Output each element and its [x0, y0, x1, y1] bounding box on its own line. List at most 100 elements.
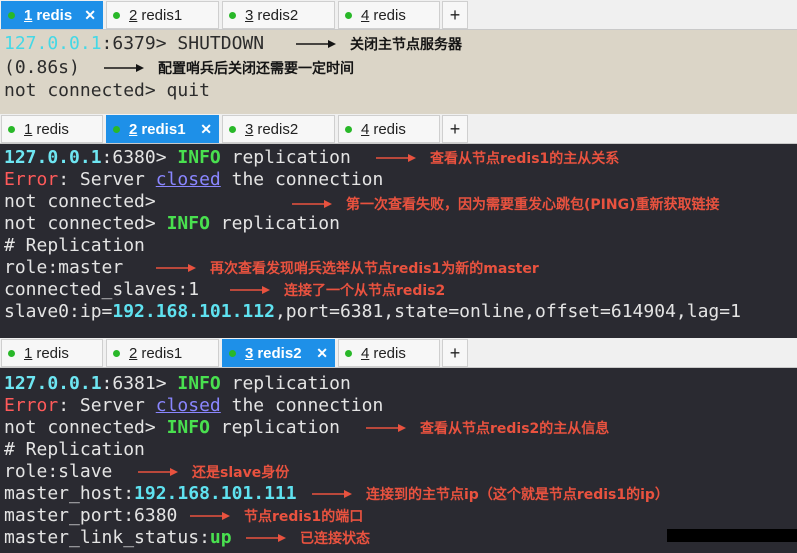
connected-status-dot [229, 11, 236, 19]
tab-2-redis1[interactable]: 2 redis1 [106, 339, 219, 367]
annotation-text: 查看从节点redis2的主从信息 [420, 421, 610, 437]
redaction-bar [667, 529, 797, 542]
tab-number: 1 [24, 120, 33, 138]
terminal-output[interactable]: 127.0.0.1:6380> INFO replication Error: … [0, 144, 797, 338]
arrow-right-icon [366, 424, 406, 432]
tab-1-redis[interactable]: 1 redis [1, 339, 103, 367]
terminal-panel-redis1: 1 redis 2 redis1 ✕ 3 redis2 4 redis + 12… [0, 114, 797, 338]
connected-status-dot [8, 349, 15, 357]
command-text: replication [220, 147, 351, 168]
terminal-line: master_port:6380 [4, 505, 178, 526]
tab-number: 2 [129, 120, 138, 138]
terminal-line: Error: Server closed the connection [4, 395, 383, 417]
terminal-line: (0.86s) [4, 57, 80, 78]
annotation: 查看从节点redis2的主从信息 [366, 417, 609, 439]
terminal-line: # Replication [4, 235, 145, 256]
tab-4-redis[interactable]: 4 redis [338, 1, 440, 29]
command-keyword: INFO [177, 373, 221, 394]
command-keyword: INFO [166, 417, 210, 438]
connected-status-dot [229, 349, 236, 357]
tab-number: 4 [361, 6, 370, 24]
terminal-line: Error: Server closed the connection [4, 169, 383, 191]
tab-1-redis[interactable]: 1 redis ✕ [1, 1, 103, 29]
tab-2-redis1[interactable]: 2 redis1 ✕ [106, 115, 219, 143]
tab-number: 1 [24, 6, 33, 24]
host-ip: 127.0.0.1 [4, 373, 102, 394]
annotation-text: 还是slave身份 [192, 465, 290, 481]
terminal-line: 127.0.0.1:6380> INFO replication [4, 147, 351, 169]
annotation: 第一次查看失败，因为需要重发心跳包(PING)重新获取链接 [292, 193, 719, 215]
close-tab-icon[interactable]: ✕ [316, 345, 328, 362]
terminal-output[interactable]: 127.0.0.1:6379> SHUTDOWN (0.86s) not con… [0, 30, 797, 114]
error-text: : Server [58, 395, 156, 416]
tab-number: 4 [361, 120, 370, 138]
prompt: not connected> [4, 213, 156, 234]
tab-3-redis2[interactable]: 3 redis2 [222, 1, 335, 29]
add-tab-button[interactable]: + [442, 115, 468, 143]
arrow-right-icon [246, 534, 286, 542]
tab-4-redis[interactable]: 4 redis [338, 339, 440, 367]
close-tab-icon[interactable]: ✕ [84, 7, 96, 24]
terminal-line: slave0:ip=192.168.101.112,port=6381,stat… [4, 301, 741, 323]
annotation: 已连接状态 [246, 527, 370, 549]
connected-status-dot [8, 11, 15, 19]
connected-status-dot [113, 349, 120, 357]
command-text: replication [209, 213, 340, 234]
connected-status-dot [345, 125, 352, 133]
annotation: 节点redis1的端口 [190, 505, 363, 527]
arrow-right-icon [138, 468, 178, 476]
terminal-line: master_host:192.168.101.111 [4, 483, 297, 505]
tab-2-redis1[interactable]: 2 redis1 [106, 1, 219, 29]
tab-number: 3 [245, 344, 254, 362]
annotation-text: 关闭主节点服务器 [350, 37, 462, 53]
terminal-output[interactable]: 127.0.0.1:6381> INFO replication Error: … [0, 368, 797, 553]
output-text: master_link_status: [4, 527, 210, 548]
annotation-text: 再次查看发现哨兵选举从节点redis1为新的master [210, 261, 539, 277]
closed-link[interactable]: closed [156, 169, 221, 190]
prompt-port: :6381> [101, 373, 167, 394]
annotation-text: 已连接状态 [300, 531, 370, 547]
tab-4-redis[interactable]: 4 redis [338, 115, 440, 143]
arrow-right-icon [190, 512, 230, 520]
connected-status-dot [113, 11, 120, 19]
tab-label: redis1 [141, 344, 183, 362]
connected-status-dot [229, 125, 236, 133]
terminal-panel-redis: 1 redis ✕ 2 redis1 3 redis2 4 redis + 12… [0, 0, 797, 114]
tab-label: redis [36, 6, 73, 24]
host-ip: 127.0.0.1 [4, 147, 102, 168]
command-text: replication [220, 373, 351, 394]
tab-number: 1 [24, 344, 33, 362]
annotation-text: 连接到的主节点ip（这个就是节点redis1的ip） [366, 487, 669, 503]
annotation: 连接到的主节点ip（这个就是节点redis1的ip） [312, 483, 669, 505]
error-text: the connection [220, 395, 384, 416]
terminal-line: role:slave [4, 461, 113, 482]
tab-number: 2 [129, 344, 138, 362]
master-ip: 192.168.101.111 [134, 483, 297, 504]
annotation-text: 配置哨兵后关闭还需要一定时间 [158, 61, 354, 77]
closed-link[interactable]: closed [156, 395, 221, 416]
host-ip: 127.0.0.1 [4, 33, 102, 54]
error-text: the connection [220, 169, 384, 190]
command-keyword: INFO [177, 147, 221, 168]
error-label: Error [4, 169, 59, 190]
command-text: replication [209, 417, 340, 438]
tab-number: 4 [361, 344, 370, 362]
tab-label: redis2 [257, 120, 299, 138]
annotation: 还是slave身份 [138, 461, 289, 483]
close-tab-icon[interactable]: ✕ [200, 121, 212, 138]
prompt: not connected> [4, 417, 156, 438]
add-tab-button[interactable]: + [442, 1, 468, 29]
tab-label: redis1 [141, 6, 183, 24]
connected-status-dot [113, 125, 120, 133]
tab-1-redis[interactable]: 1 redis [1, 115, 103, 143]
tab-label: redis [373, 120, 406, 138]
tab-3-redis2[interactable]: 3 redis2 ✕ [222, 339, 335, 367]
add-tab-button[interactable]: + [442, 339, 468, 367]
link-status-value: up [209, 527, 232, 548]
tab-3-redis2[interactable]: 3 redis2 [222, 115, 335, 143]
command-text: SHUTDOWN [166, 33, 265, 54]
terminal-line: master_link_status:up [4, 527, 232, 549]
prompt-port: :6379> [101, 33, 167, 54]
tab-label: redis1 [141, 120, 186, 138]
terminal-line: 127.0.0.1:6379> SHUTDOWN [4, 33, 264, 55]
